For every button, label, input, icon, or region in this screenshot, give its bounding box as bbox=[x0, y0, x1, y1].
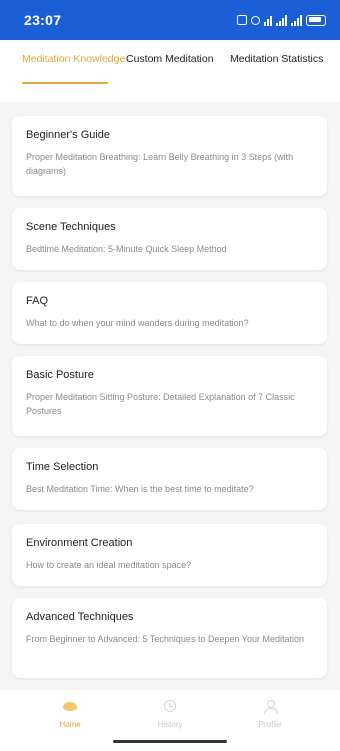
notification-icon bbox=[237, 15, 247, 25]
card-description: From Beginner to Advanced: 5 Techniques … bbox=[26, 634, 305, 644]
card-beginners-guide[interactable]: Beginner's Guide Proper Meditation Breat… bbox=[12, 116, 327, 196]
signal-icon-1 bbox=[276, 14, 287, 26]
tab-meditation-knowledge[interactable]: Meditation Knowledge bbox=[22, 40, 126, 102]
card-description: Proper Meditation Breathing: Learn Belly… bbox=[26, 152, 294, 176]
card-title: FAQ bbox=[26, 295, 49, 307]
status-time: 23:07 bbox=[24, 12, 62, 28]
card-description: Bedtime Meditation: 5-Minute Quick Sleep… bbox=[26, 244, 227, 254]
wifi-icon bbox=[264, 15, 272, 26]
tab-label: Meditation Statistics bbox=[230, 53, 324, 65]
card-description: Proper Meditation Sitting Posture: Detai… bbox=[26, 392, 295, 416]
card-title: Beginner's Guide bbox=[26, 129, 111, 141]
nav-profile[interactable]: Profile bbox=[235, 698, 305, 751]
card-title: Basic Posture bbox=[26, 369, 94, 381]
nav-history[interactable]: History bbox=[135, 698, 205, 751]
card-description: Best Meditation Time: When is the best t… bbox=[26, 484, 254, 494]
nav-label: Profile bbox=[258, 720, 282, 729]
card-title: Advanced Techniques bbox=[26, 611, 134, 623]
status-bar: 23:07 bbox=[0, 0, 340, 40]
tab-custom-meditation[interactable]: Custom Meditation bbox=[126, 40, 230, 102]
card-time-selection[interactable]: Time Selection Best Meditation Time: Whe… bbox=[12, 448, 327, 510]
profile-icon bbox=[264, 698, 278, 714]
nav-label: History bbox=[157, 720, 183, 729]
history-icon bbox=[164, 698, 176, 714]
tab-meditation-statistics[interactable]: Meditation Statistics bbox=[230, 40, 334, 102]
battery-icon bbox=[306, 14, 326, 26]
nav-label: Home bbox=[59, 720, 81, 729]
home-indicator[interactable] bbox=[113, 740, 227, 743]
tab-label: Meditation Knowledge bbox=[22, 53, 126, 65]
card-basic-posture[interactable]: Basic Posture Proper Meditation Sitting … bbox=[12, 356, 327, 436]
card-title: Environment Creation bbox=[26, 537, 133, 549]
card-faq[interactable]: FAQ What to do when your mind wanders du… bbox=[12, 282, 327, 344]
nav-home[interactable]: Home bbox=[35, 698, 105, 751]
card-title: Scene Techniques bbox=[26, 221, 116, 233]
active-tab-underline bbox=[22, 82, 108, 84]
home-icon bbox=[63, 698, 77, 714]
card-scene-techniques[interactable]: Scene Techniques Bedtime Meditation: 5-M… bbox=[12, 208, 327, 270]
tab-label: Custom Meditation bbox=[126, 53, 214, 65]
card-title: Time Selection bbox=[26, 461, 99, 473]
card-environment-creation[interactable]: Environment Creation How to create an id… bbox=[12, 524, 327, 586]
card-description: How to create an ideal meditation space? bbox=[26, 560, 192, 570]
status-icons bbox=[237, 14, 326, 26]
top-tabs: Meditation Knowledge Custom Meditation M… bbox=[0, 40, 340, 102]
card-advanced-techniques[interactable]: Advanced Techniques From Beginner to Adv… bbox=[12, 598, 327, 678]
signal-icon-2 bbox=[291, 14, 302, 26]
card-description: What to do when your mind wanders during… bbox=[26, 318, 249, 328]
alarm-icon bbox=[251, 15, 260, 25]
